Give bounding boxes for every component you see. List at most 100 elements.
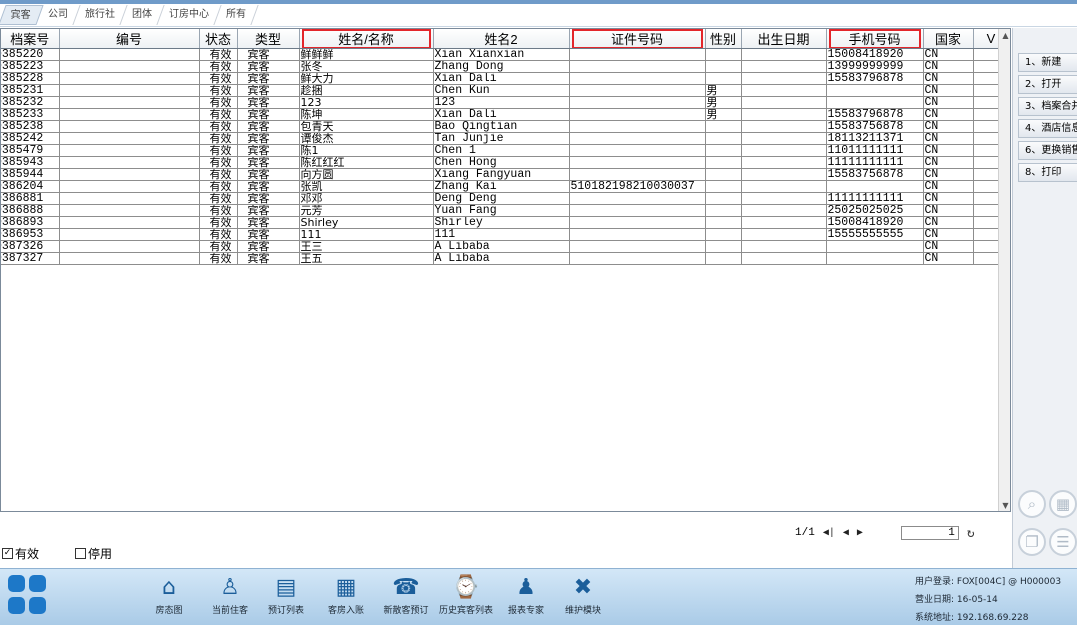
table-row[interactable]: 0387326 有效宾客王三A Libaba CN — [1, 240, 1010, 253]
column-header-label: 手机号码 — [848, 32, 901, 47]
filter-disabled[interactable]: 停用 — [75, 545, 112, 562]
toolbar-button-3[interactable]: ▦ 客房入账 — [316, 573, 376, 616]
table-cell: 陈红红红 — [299, 156, 434, 169]
first-page-button[interactable]: ◀| — [823, 527, 835, 539]
column-header-1[interactable]: 编号 — [59, 29, 200, 49]
table-cell: CN — [923, 228, 974, 241]
column-header-label: 证件号码 — [610, 32, 663, 47]
table-cell — [741, 168, 827, 181]
filter-active[interactable]: ✓ 有效 — [2, 545, 39, 562]
table-cell — [569, 108, 706, 121]
table-row[interactable]: 0386953有效宾客11111115555555555CN — [1, 228, 1010, 241]
table-row[interactable]: 0386881 有效宾客邓邓Deng Deng 11111111111CN — [1, 192, 1010, 205]
toolbar-button-6[interactable]: ♟ 报表专家 — [496, 573, 556, 616]
column-header-4[interactable]: 姓名/名称 — [299, 29, 434, 49]
tab-4[interactable]: 订房中心 — [157, 5, 222, 25]
table-row[interactable]: 0385242 有效宾客谭俊杰Tan Junjie 18113211371CN — [1, 132, 1010, 145]
toolbar-label: 预订列表 — [267, 606, 304, 616]
grid-circle-icon[interactable]: ▦ — [1049, 490, 1077, 518]
list-circle-icon[interactable]: ☰ — [1049, 528, 1077, 556]
prev-page-button[interactable]: ◀ — [843, 527, 849, 539]
table-cell: 有效 — [199, 216, 238, 229]
table-cell — [59, 204, 200, 217]
table-cell — [569, 132, 706, 145]
toolbar-button-7[interactable]: ✖ 维护模块 — [553, 573, 613, 616]
scroll-up-arrow-icon[interactable]: ▲ — [999, 29, 1010, 42]
table-cell: 男 — [705, 108, 742, 121]
table-cell — [826, 252, 924, 265]
column-header-3[interactable]: 类型 — [237, 29, 300, 49]
table-row[interactable]: 0385944 有效宾客向方圆Xiang Fangyuan 15583756878C… — [1, 168, 1010, 181]
side-button-1[interactable]: 2、打开 — [1018, 75, 1077, 94]
toolbar-label: 当前住客 — [211, 606, 248, 616]
side-button-0[interactable]: 1、新建 — [1018, 53, 1077, 72]
column-header-8[interactable]: 出生日期 — [741, 29, 827, 49]
table-row[interactable]: 0385233 有效宾客陈坤Xian Dali 男 15583796878CN — [1, 108, 1010, 121]
toolbar-button-0[interactable]: ⌂ 房态图 — [139, 573, 199, 616]
table-cell: 有效 — [199, 192, 238, 205]
table-cell — [741, 216, 827, 229]
table-cell: 123 — [433, 96, 570, 109]
table-row[interactable]: 0385943 有效宾客陈红红红Chen Hong 11111111111CN — [1, 156, 1010, 169]
column-header-9[interactable]: 手机号码 — [826, 29, 924, 49]
column-header-6[interactable]: 证件号码 — [569, 29, 706, 49]
system-info: 用户登录: FOX[004C] @ H000003 营业日期: 16-05-14… — [915, 573, 1061, 625]
table-cell: Shirley — [299, 216, 434, 229]
tab-2[interactable]: 旅行社 — [73, 5, 128, 25]
toolbar-button-1[interactable]: ♙ 当前住客 — [200, 573, 260, 616]
table-row[interactable]: 0385238 有效宾客包青天Bao Qingtian 15583756878CN — [1, 120, 1010, 133]
horizontal-scrollbar[interactable]: ◀ ▶ — [1, 511, 1011, 512]
table-row[interactable]: 0385479 有效宾客陈1Chen 1 11011111111CN — [1, 144, 1010, 157]
toolbar-label: 维护模块 — [564, 606, 601, 616]
next-page-button[interactable]: ▶ — [857, 527, 863, 539]
table-cell: 18113211371 — [826, 132, 924, 145]
bell-icon: ☎ — [392, 575, 420, 600]
table-cell: 有效 — [199, 204, 238, 217]
table-row[interactable]: 0385223 有效宾客张冬Zhang Dong 13999999999CN — [1, 60, 1010, 73]
toolbar-button-2[interactable]: ▤ 预订列表 — [256, 573, 316, 616]
table-row[interactable]: 0385231 有效宾客趁捆Chen Kun 男 CN — [1, 84, 1010, 97]
tools-icon: ✖ — [573, 575, 593, 600]
table-row[interactable]: 0385220 有效宾客鲜鲜鲜Xian Xianxian 15008418920CN — [1, 48, 1010, 61]
tab-5[interactable]: 所有 — [214, 5, 259, 25]
column-header-10[interactable]: 国家 — [923, 29, 974, 49]
table-row[interactable]: 0385232有效宾客123123男CN — [1, 96, 1010, 109]
table-cell — [59, 180, 200, 193]
table-cell: 有效 — [199, 132, 238, 145]
table-cell: 宾客 — [237, 240, 300, 253]
search-circle-icon[interactable]: ⌕ — [1018, 490, 1046, 518]
side-button-2[interactable]: 3、档案合并 — [1018, 97, 1077, 116]
side-button-3[interactable]: 4、酒店信息 — [1018, 119, 1077, 138]
table-cell: CN — [923, 180, 974, 193]
column-header-label: 编号 — [115, 32, 142, 47]
page-number-input[interactable]: 1 — [900, 526, 959, 540]
active-checkbox[interactable]: ✓ — [2, 548, 13, 559]
guest-table: 档案号 编号 状态 类型 姓名/名称 姓名2 证件号码 性别 出生日期 手机号码 国家 V 03852… — [1, 29, 1010, 265]
table-row[interactable]: 0386888 有效宾客元芳Yuan Fang 25025025025CN — [1, 204, 1010, 217]
disabled-checkbox[interactable] — [75, 548, 87, 559]
expert-icon: ♟ — [516, 575, 536, 600]
side-button-5[interactable]: 8、打印 — [1018, 163, 1077, 182]
toolbar-button-4[interactable]: ☎ 新散客预订 — [376, 573, 436, 616]
refresh-icon[interactable]: ↻ — [967, 526, 975, 541]
table-cell: 11111111111 — [826, 156, 924, 169]
table-row[interactable]: 0386893有效宾客ShirleyShirley15008418920CN — [1, 216, 1010, 229]
column-header-7[interactable]: 性别 — [705, 29, 742, 49]
column-header-0[interactable]: 档案号 — [1, 29, 60, 49]
table-row[interactable]: 0387327 有效宾客王五A Libaba CN — [1, 252, 1010, 265]
vertical-scrollbar[interactable]: ▲ ▼ — [998, 29, 1010, 511]
table-row[interactable]: 0386204 有效宾客张凯Zhang Kai510182198210030037… — [1, 180, 1010, 193]
table-cell: 张冬 — [299, 60, 434, 73]
side-button-4[interactable]: 6、更换销售 — [1018, 141, 1077, 160]
table-row[interactable]: 0385228 有效宾客鲜大力Xian Dali 15583796878CN — [1, 72, 1010, 85]
table-cell: 谭俊杰 — [299, 132, 434, 145]
column-header-label: 类型 — [254, 32, 281, 47]
table-cell: 0385943 — [1, 156, 60, 169]
table-cell — [59, 96, 200, 109]
table-cell: 11111111111 — [826, 192, 924, 205]
column-header-2[interactable]: 状态 — [199, 29, 238, 49]
column-header-5[interactable]: 姓名2 — [433, 29, 570, 49]
copy-circle-icon[interactable]: ❐ — [1018, 528, 1046, 556]
table-cell: 0386893 — [1, 216, 60, 229]
toolbar-button-5[interactable]: ⌚ 历史宾客列表 — [436, 573, 496, 616]
